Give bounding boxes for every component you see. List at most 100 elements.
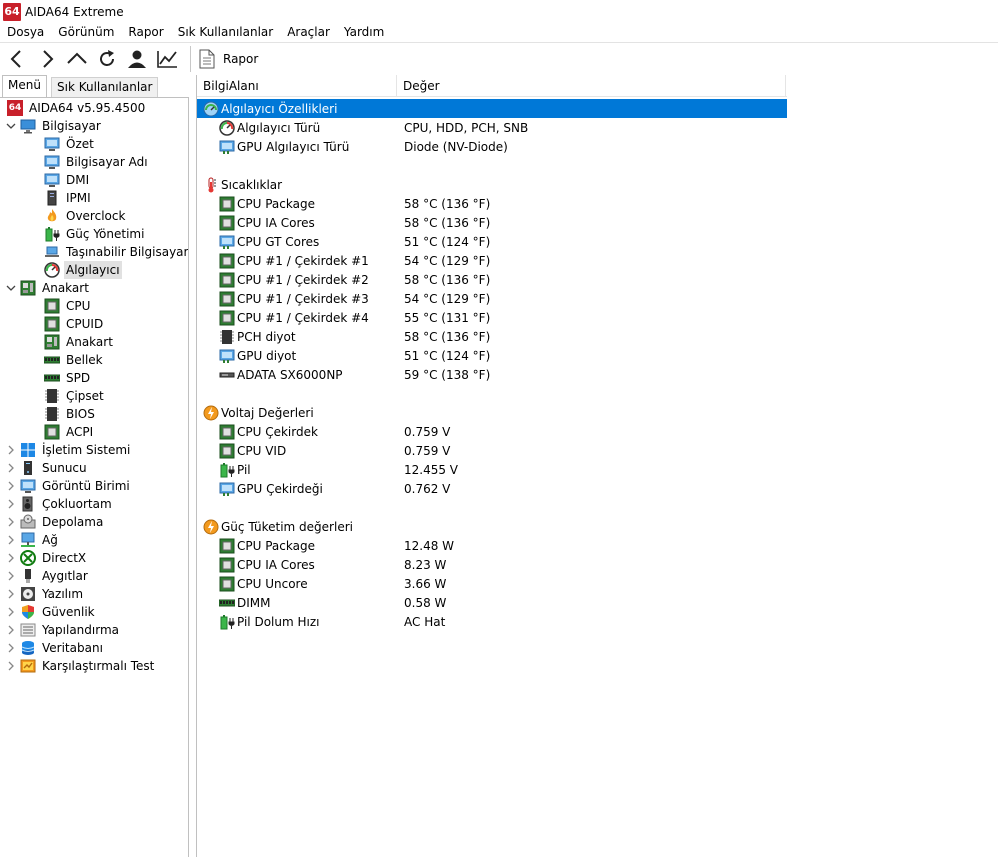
user-button[interactable]	[124, 45, 150, 73]
data-row[interactable]: PCH diyot 58 °C (136 °F)	[197, 327, 787, 346]
chipset-icon	[219, 329, 235, 345]
chevron-right-icon[interactable]	[5, 549, 17, 567]
tree-item-24[interactable]: Ağ	[5, 531, 60, 549]
field-cell: CPU Uncore	[219, 576, 308, 592]
tree-item-4[interactable]: DMI	[44, 171, 91, 189]
chevron-down-icon[interactable]	[5, 279, 17, 297]
data-row[interactable]: CPU #1 / Çekirdek #2 58 °C (136 °F)	[197, 270, 787, 289]
tree-item-15[interactable]: SPD	[44, 369, 92, 387]
data-row[interactable]: CPU #1 / Çekirdek #4 55 °C (131 °F)	[197, 308, 787, 327]
data-row[interactable]: CPU IA Cores 58 °C (136 °F)	[197, 213, 787, 232]
tab-menu[interactable]: Menü	[2, 75, 47, 97]
data-row[interactable]: CPU #1 / Çekirdek #3 54 °C (129 °F)	[197, 289, 787, 308]
tab-favorites[interactable]: Sık Kullanılanlar	[51, 77, 159, 97]
chevron-right-icon[interactable]	[5, 459, 17, 477]
field-label: Algılayıcı Özellikleri	[221, 101, 338, 116]
tree-item-20[interactable]: Sunucu	[5, 459, 89, 477]
tree-item-0[interactable]: 64 AIDA64 v5.95.4500	[7, 99, 147, 117]
field-cell: PCH diyot	[219, 329, 296, 345]
column-header-field[interactable]: BilgiAlanı	[197, 75, 397, 97]
chevron-right-icon[interactable]	[5, 621, 17, 639]
computer-icon	[20, 118, 36, 134]
data-row[interactable]: CPU Package 12.48 W	[197, 536, 787, 555]
menu-yardim[interactable]: Yardım	[337, 23, 391, 42]
chevron-right-icon[interactable]	[5, 585, 17, 603]
tree-item-19[interactable]: İşletim Sistemi	[5, 441, 132, 459]
tree-item-21[interactable]: Görüntü Birimi	[5, 477, 132, 495]
field-cell: DIMM	[219, 595, 271, 611]
tree-item-12[interactable]: CPUID	[44, 315, 105, 333]
chevron-right-icon[interactable]	[5, 531, 17, 549]
tree-item-7[interactable]: Güç Yönetimi	[44, 225, 146, 243]
tree-item-6[interactable]: Overclock	[44, 207, 127, 225]
tree-item-8[interactable]: Taşınabilir Bilgisayar	[44, 243, 188, 261]
tree-item-23[interactable]: Depolama	[5, 513, 105, 531]
up-button[interactable]	[64, 45, 90, 73]
tree-item-29[interactable]: Yapılandırma	[5, 621, 121, 639]
tree-item-27[interactable]: Yazılım	[5, 585, 85, 603]
chevron-down-icon[interactable]	[5, 117, 17, 135]
tree-item-18[interactable]: ACPI	[44, 423, 95, 441]
tree-item-28[interactable]: Güvenlik	[5, 603, 97, 621]
menu-sik-kullanilanlar[interactable]: Sık Kullanılanlar	[171, 23, 280, 42]
data-row[interactable]: GPU Çekirdeği 0.762 V	[197, 479, 787, 498]
data-row[interactable]: ADATA SX6000NP 59 °C (138 °F)	[197, 365, 787, 384]
data-row[interactable]: GPU Algılayıcı Türü Diode (NV-Diode)	[197, 137, 787, 156]
chevron-right-icon[interactable]	[5, 513, 17, 531]
ram-icon	[219, 595, 235, 611]
forward-button[interactable]	[34, 45, 60, 73]
menu-dosya[interactable]: Dosya	[0, 23, 51, 42]
chart-button[interactable]	[154, 45, 180, 73]
data-row[interactable]: Pil 12.455 V	[197, 460, 787, 479]
toolbar-separator	[190, 45, 191, 72]
tree-item-26[interactable]: Aygıtlar	[5, 567, 90, 585]
data-row[interactable]: CPU IA Cores 8.23 W	[197, 555, 787, 574]
tree-item-16[interactable]: Çipset	[44, 387, 106, 405]
tree-item-25[interactable]: DirectX	[5, 549, 88, 567]
column-header-value[interactable]: Değer	[397, 75, 786, 97]
data-row[interactable]: CPU #1 / Çekirdek #1 54 °C (129 °F)	[197, 251, 787, 270]
menu-gorunum[interactable]: Görünüm	[51, 23, 121, 42]
data-row[interactable]: GPU diyot 51 °C (124 °F)	[197, 346, 787, 365]
chevron-right-icon[interactable]	[5, 657, 17, 675]
back-button[interactable]	[4, 45, 30, 73]
chevron-right-icon[interactable]	[5, 603, 17, 621]
chevron-right-icon[interactable]	[5, 441, 17, 459]
data-row[interactable]: Pil Dolum Hızı AC Hat	[197, 612, 787, 631]
tree-item-1[interactable]: Bilgisayar	[5, 117, 103, 135]
field-cell: Pil Dolum Hızı	[219, 614, 319, 630]
menu-rapor[interactable]: Rapor	[121, 23, 170, 42]
tree-item-5[interactable]: IPMI	[44, 189, 93, 207]
data-row[interactable]: CPU Uncore 3.66 W	[197, 574, 787, 593]
report-button[interactable]: Rapor	[199, 45, 258, 73]
tree-item-10[interactable]: Anakart	[5, 279, 91, 297]
chevron-right-icon[interactable]	[5, 495, 17, 513]
tree-item-2[interactable]: Özet	[44, 135, 96, 153]
tree-item-11[interactable]: CPU	[44, 297, 92, 315]
chip-icon	[219, 291, 235, 307]
field-cell: CPU IA Cores	[219, 557, 315, 573]
tree-item-9[interactable]: Algılayıcı	[44, 261, 122, 279]
data-row[interactable]: CPU GT Cores 51 °C (124 °F)	[197, 232, 787, 251]
menu-araclar[interactable]: Araçlar	[280, 23, 337, 42]
refresh-button[interactable]	[94, 45, 120, 73]
tree-item-30[interactable]: Veritabanı	[5, 639, 105, 657]
data-row[interactable]: CPU VID 0.759 V	[197, 441, 787, 460]
group-row[interactable]: Sıcaklıklar	[197, 175, 787, 194]
chevron-right-icon[interactable]	[5, 567, 17, 585]
data-row[interactable]: Algılayıcı Türü CPU, HDD, PCH, SNB	[197, 118, 787, 137]
chevron-right-icon[interactable]	[5, 477, 17, 495]
chevron-right-icon[interactable]	[5, 639, 17, 657]
tree-item-17[interactable]: BIOS	[44, 405, 97, 423]
group-row[interactable]: Güç Tüketim değerleri	[197, 517, 787, 536]
tree-item-13[interactable]: Anakart	[44, 333, 115, 351]
data-row[interactable]: CPU Çekirdek 0.759 V	[197, 422, 787, 441]
group-row[interactable]: Voltaj Değerleri	[197, 403, 787, 422]
data-row[interactable]: CPU Package 58 °C (136 °F)	[197, 194, 787, 213]
tree-item-14[interactable]: Bellek	[44, 351, 105, 369]
tree-item-22[interactable]: Çokluortam	[5, 495, 114, 513]
tree-item-31[interactable]: Karşılaştırmalı Test	[5, 657, 156, 675]
group-row[interactable]: Algılayıcı Özellikleri	[197, 99, 787, 118]
data-row[interactable]: DIMM 0.58 W	[197, 593, 787, 612]
tree-item-3[interactable]: Bilgisayar Adı	[44, 153, 150, 171]
